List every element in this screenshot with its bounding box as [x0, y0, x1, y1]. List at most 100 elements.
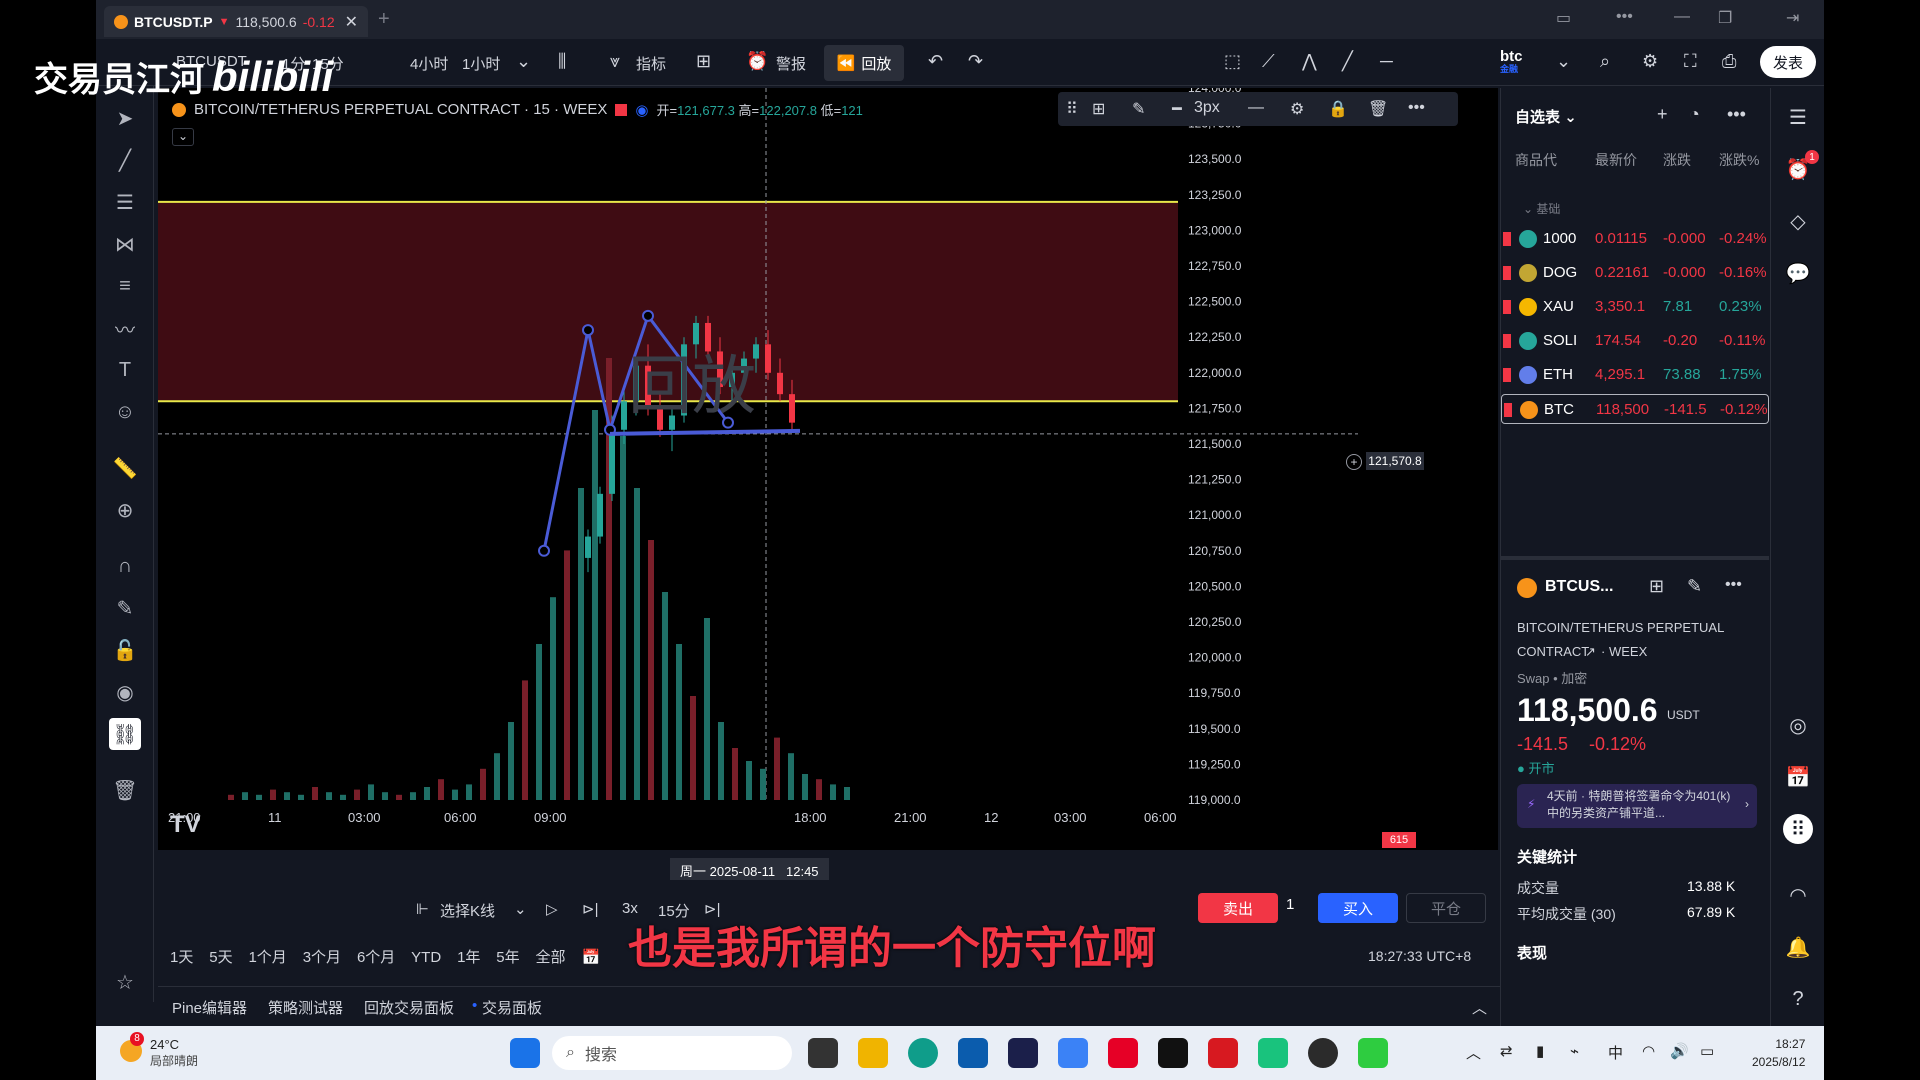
col-last[interactable]: 最新价: [1595, 150, 1637, 170]
redo-icon[interactable]: ↷: [968, 51, 983, 72]
line-style-icon[interactable]: —: [1248, 99, 1264, 117]
drag-handle-icon[interactable]: ⠿: [1066, 99, 1078, 119]
candle-body[interactable]: [777, 372, 783, 395]
lock-drawing-icon[interactable]: ✎: [109, 592, 141, 624]
indicators-icon[interactable]: ⩔: [610, 51, 620, 72]
camera-icon[interactable]: ⎙: [1722, 51, 1736, 72]
trading-panel-tab[interactable]: 交易面板: [482, 997, 542, 1018]
alert-button[interactable]: 警报: [776, 53, 806, 74]
cloud-icon[interactable]: [1058, 1038, 1088, 1068]
app-green-icon[interactable]: [1258, 1038, 1288, 1068]
candle-body[interactable]: [609, 429, 615, 494]
templates-icon[interactable]: ⊞: [1092, 99, 1105, 119]
alert-icon[interactable]: ⏰: [746, 51, 768, 72]
chat-icon[interactable]: 💬: [1783, 258, 1813, 288]
watchlist-row[interactable]: XAU 3,350.1 7.81 0.23%: [1501, 292, 1769, 322]
notification-icon[interactable]: 🔔: [1783, 932, 1813, 962]
news-banner[interactable]: ⚡ 4天前 · 特朗普将签署命令为401(k) 中的另类资产铺平道... ›: [1517, 784, 1757, 828]
pattern-point-handle[interactable]: [582, 324, 594, 337]
candle-body[interactable]: [621, 401, 627, 430]
chart-clock[interactable]: 18:27:33 UTC+8: [1368, 948, 1471, 964]
trendline-tool-icon[interactable]: ╱: [109, 144, 141, 176]
start-menu-icon[interactable]: [510, 1038, 540, 1068]
tray-app3-icon[interactable]: ⌁: [1570, 1042, 1579, 1060]
external-link-icon[interactable]: ↗: [1585, 644, 1596, 660]
candle-body[interactable]: [585, 536, 591, 558]
add-symbol-icon[interactable]: +: [1657, 104, 1668, 125]
watchlist-row[interactable]: SOLI 174.54 -0.20 -0.11%: [1501, 326, 1769, 356]
interval-1h[interactable]: 1小时: [462, 53, 500, 74]
minimize-icon[interactable]: —: [1674, 8, 1690, 26]
projection-tool-icon[interactable]: ≡: [109, 270, 141, 302]
brush-tool-icon[interactable]: 〰: [109, 312, 141, 344]
play-icon[interactable]: ▷: [546, 900, 558, 918]
pattern-point-handle[interactable]: [538, 544, 550, 557]
flag-icon[interactable]: [1503, 300, 1511, 314]
settings-icon[interactable]: ⚙: [1642, 51, 1658, 72]
pattern-icon[interactable]: ⋀: [1302, 51, 1317, 72]
new-tab-icon[interactable]: +: [378, 8, 390, 31]
candle-body[interactable]: [597, 493, 603, 537]
detail-symbol[interactable]: BTCUS...: [1545, 578, 1613, 596]
candle-body[interactable]: [765, 344, 771, 373]
watchlist-row[interactable]: BTC 118,500 -141.5 -0.12%: [1501, 394, 1769, 424]
text-tool-icon[interactable]: T: [109, 354, 141, 386]
candle-body[interactable]: [693, 322, 699, 345]
interval-4h[interactable]: 4小时: [410, 53, 448, 74]
tray-app-icon[interactable]: ⇄: [1500, 1042, 1513, 1060]
chart-canvas[interactable]: 124,000.0123,750.0123,500.0123,250.0123,…: [158, 88, 1498, 850]
chart-title[interactable]: BITCOIN/TETHERUS PERPETUAL CONTRACT · 15…: [194, 101, 607, 118]
watchlist-group[interactable]: ⌄ 基础: [1523, 200, 1560, 217]
battery-icon[interactable]: ▭: [1700, 1042, 1714, 1060]
buy-button[interactable]: 买入: [1318, 893, 1398, 923]
pattern-point-handle[interactable]: [642, 309, 654, 322]
range-ytd[interactable]: YTD: [411, 949, 441, 966]
range-3m[interactable]: 3个月: [303, 946, 341, 967]
tray-chevron-icon[interactable]: ︿: [1466, 1042, 1481, 1063]
watchlist-row[interactable]: DOG 0.22161 -0.000 -0.16%: [1501, 258, 1769, 288]
pine-editor-tab[interactable]: Pine编辑器: [172, 997, 247, 1018]
sell-button[interactable]: 卖出: [1198, 893, 1278, 923]
flag-icon[interactable]: [1504, 403, 1512, 417]
quantity-value[interactable]: 1: [1286, 896, 1294, 913]
chart-tab[interactable]: BTCUSDT.P ▼ 118,500.6 -0.12 ✕: [104, 6, 368, 37]
select-bar-icon[interactable]: ⊩: [416, 900, 429, 918]
pencil-icon[interactable]: ✎: [1132, 99, 1145, 119]
store-icon[interactable]: [958, 1038, 988, 1068]
chevron-up-icon[interactable]: ︿: [1472, 997, 1487, 1018]
line-chart-icon[interactable]: ⟋: [1262, 51, 1275, 72]
volume-icon[interactable]: 🔊: [1670, 1042, 1689, 1060]
link-icon[interactable]: ⛓: [109, 718, 141, 750]
close-position-button[interactable]: 平仓: [1406, 893, 1486, 923]
step-forward-icon[interactable]: ⊳|: [582, 900, 598, 918]
undo-icon[interactable]: ↶: [928, 51, 943, 72]
rectangle-tool-icon[interactable]: ⬚: [1224, 51, 1241, 72]
layout-icon[interactable]: ▭: [1556, 8, 1571, 28]
goto-date-icon[interactable]: 📅: [581, 948, 600, 966]
target-icon[interactable]: ◎: [1783, 710, 1813, 740]
zoom-icon[interactable]: ⊕: [109, 494, 141, 526]
publish-button[interactable]: 发表: [1760, 46, 1816, 78]
watchlist-icon[interactable]: ☰: [1783, 102, 1813, 132]
flag-icon[interactable]: [1503, 334, 1511, 348]
eye-icon[interactable]: ◉: [109, 676, 141, 708]
horizontal-line-icon[interactable]: ─: [1380, 51, 1393, 72]
close-tab-icon[interactable]: ✕: [345, 12, 358, 32]
pattern-tool-icon[interactable]: ⋈: [109, 228, 141, 260]
signal-icon[interactable]: ◠: [1783, 880, 1813, 910]
range-1y[interactable]: 1年: [457, 946, 480, 967]
watchlist-title[interactable]: 自选表 ⌄: [1515, 106, 1577, 127]
task-view-icon[interactable]: [808, 1038, 838, 1068]
grid-icon[interactable]: ⊞: [1649, 576, 1664, 597]
app-icon[interactable]: [1008, 1038, 1038, 1068]
flag-icon[interactable]: [1503, 232, 1511, 246]
strategy-tester-tab[interactable]: 策略测试器: [268, 997, 343, 1018]
tradingview-app-icon[interactable]: [1158, 1038, 1188, 1068]
favorite-star-icon[interactable]: ☆: [109, 966, 141, 998]
taskbar-search[interactable]: ⌕ 搜索: [552, 1036, 792, 1070]
indicators-button[interactable]: 指标: [636, 53, 666, 74]
add-alert-icon[interactable]: +: [1346, 454, 1362, 470]
edit-icon[interactable]: ✎: [1687, 576, 1702, 597]
app-dark-icon[interactable]: [1308, 1038, 1338, 1068]
fullscreen-icon[interactable]: ⛶: [1684, 51, 1697, 72]
